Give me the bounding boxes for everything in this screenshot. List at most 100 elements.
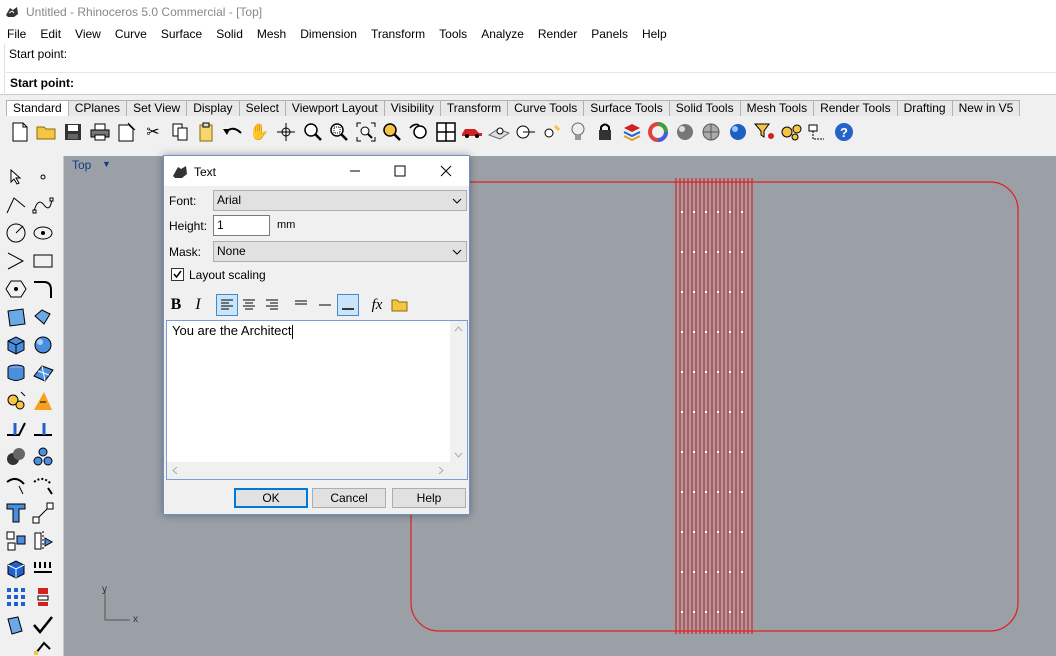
rectangle-icon[interactable] (30, 248, 56, 274)
select-arrow-icon[interactable] (3, 164, 29, 190)
tab-solid-tools[interactable]: Solid Tools (668, 100, 741, 116)
zoom-window-icon[interactable] (327, 120, 351, 144)
layout-scaling-checkbox[interactable] (171, 268, 184, 281)
menu-curve[interactable]: Curve (108, 27, 154, 41)
copy-icon[interactable] (168, 120, 192, 144)
cylinder-icon[interactable] (3, 360, 29, 386)
dimension-icon[interactable] (30, 500, 56, 526)
help-icon[interactable]: ? (832, 120, 856, 144)
mesh-plane-icon[interactable] (30, 360, 56, 386)
tab-transform[interactable]: Transform (439, 100, 509, 116)
tab-standard[interactable]: Standard (6, 100, 69, 116)
tab-display[interactable]: Display (186, 100, 240, 116)
tab-cplanes[interactable]: CPlanes (67, 100, 128, 116)
bold-icon[interactable]: B (165, 294, 187, 316)
dialog-title-bar[interactable]: Text (164, 156, 469, 186)
viewport-label[interactable]: Top ▼ (64, 156, 114, 174)
light-bulb-icon[interactable] (566, 120, 590, 144)
point-cloud-icon[interactable] (540, 120, 564, 144)
menu-edit[interactable]: Edit (33, 27, 68, 41)
rectangular-array-icon[interactable] (3, 584, 29, 610)
circle-icon[interactable] (3, 220, 29, 246)
viewport-menu-arrow-icon[interactable]: ▼ (102, 159, 111, 169)
close-icon[interactable] (431, 162, 461, 180)
four-viewports-icon[interactable] (434, 120, 458, 144)
tab-viewport-layout[interactable]: Viewport Layout (284, 100, 385, 116)
polyline-icon[interactable] (3, 192, 29, 218)
more-tools-icon[interactable] (30, 634, 56, 656)
options-gear-icon[interactable] (779, 120, 803, 144)
material-sphere-icon[interactable] (699, 120, 723, 144)
extrude-surface-icon[interactable] (30, 304, 56, 330)
rotate-view-icon[interactable] (274, 120, 298, 144)
render-box-icon[interactable] (3, 556, 29, 582)
tab-curve-tools[interactable]: Curve Tools (507, 100, 585, 116)
mask-select[interactable]: None (213, 241, 467, 262)
shaded-plane-icon[interactable] (487, 120, 511, 144)
move-gumball-icon[interactable] (3, 388, 29, 414)
explode-icon[interactable] (30, 584, 56, 610)
render-sphere-icon[interactable] (673, 120, 697, 144)
open-folder-icon[interactable] (389, 294, 411, 316)
tab-render-tools[interactable]: Render Tools (813, 100, 898, 116)
align-bottom-icon[interactable] (337, 294, 359, 316)
menu-dimension[interactable]: Dimension (293, 27, 364, 41)
minimize-icon[interactable] (340, 162, 370, 180)
cut-icon[interactable]: ✂ (141, 120, 165, 144)
undo-icon[interactable] (221, 120, 245, 144)
split-edge-icon[interactable] (3, 416, 29, 442)
height-input[interactable]: 1 (213, 215, 270, 236)
boolean-union-icon[interactable] (3, 444, 29, 470)
ellipse-icon[interactable] (30, 220, 56, 246)
zoom-selected-icon[interactable] (380, 120, 404, 144)
tab-set-view[interactable]: Set View (126, 100, 188, 116)
menu-file[interactable]: File (0, 27, 33, 41)
vertical-scrollbar[interactable] (450, 321, 467, 463)
polygon-icon[interactable] (3, 276, 29, 302)
menu-transform[interactable]: Transform (364, 27, 432, 41)
align-right-icon[interactable] (261, 294, 283, 316)
menu-view[interactable]: View (68, 27, 108, 41)
surface-from-points-icon[interactable] (3, 304, 29, 330)
help-button[interactable]: Help (392, 488, 466, 508)
zoom-extents-icon[interactable] (354, 120, 378, 144)
car-icon[interactable] (460, 120, 484, 144)
group-icon[interactable] (30, 444, 56, 470)
menu-analyze[interactable]: Analyze (474, 27, 531, 41)
extend-edge-icon[interactable] (30, 416, 56, 442)
pan-hand-icon[interactable]: ✋ (247, 120, 271, 144)
function-icon[interactable]: fx (366, 294, 388, 316)
fillet-curve-icon[interactable] (30, 276, 56, 302)
mirror-icon[interactable] (30, 528, 56, 554)
maximize-icon[interactable] (385, 162, 415, 180)
menu-panels[interactable]: Panels (584, 27, 635, 41)
box-solid-icon[interactable] (3, 332, 29, 358)
project-curve-icon[interactable] (30, 472, 56, 498)
open-folder-icon[interactable] (35, 120, 59, 144)
undo-view-icon[interactable] (407, 120, 431, 144)
horizontal-scrollbar[interactable] (167, 462, 450, 479)
tab-mesh-tools[interactable]: Mesh Tools (739, 100, 815, 116)
transform-arrow-icon[interactable] (30, 388, 56, 414)
tab-drafting[interactable]: Drafting (896, 100, 953, 116)
sphere-solid-icon[interactable] (30, 332, 56, 358)
new-file-icon[interactable] (8, 120, 32, 144)
curve-control-points-icon[interactable] (30, 192, 56, 218)
osnap-icon[interactable] (513, 120, 537, 144)
analyze-icon[interactable] (3, 612, 29, 638)
tab-select[interactable]: Select (238, 100, 286, 116)
block-instance-icon[interactable] (3, 528, 29, 554)
tab-visibility[interactable]: Visibility (383, 100, 441, 116)
ok-button[interactable]: OK (234, 488, 308, 508)
align-center-icon[interactable] (238, 294, 260, 316)
zoom-icon[interactable] (301, 120, 325, 144)
text-editor[interactable]: You are the Architect (166, 320, 468, 480)
filter-icon[interactable] (753, 120, 777, 144)
print-icon[interactable] (88, 120, 112, 144)
color-wheel-icon[interactable] (646, 120, 670, 144)
menu-surface[interactable]: Surface (154, 27, 209, 41)
text-object-icon[interactable] (3, 500, 29, 526)
menu-help[interactable]: Help (635, 27, 674, 41)
align-left-icon[interactable] (216, 294, 238, 316)
tab-new-in-v5[interactable]: New in V5 (951, 100, 1021, 116)
